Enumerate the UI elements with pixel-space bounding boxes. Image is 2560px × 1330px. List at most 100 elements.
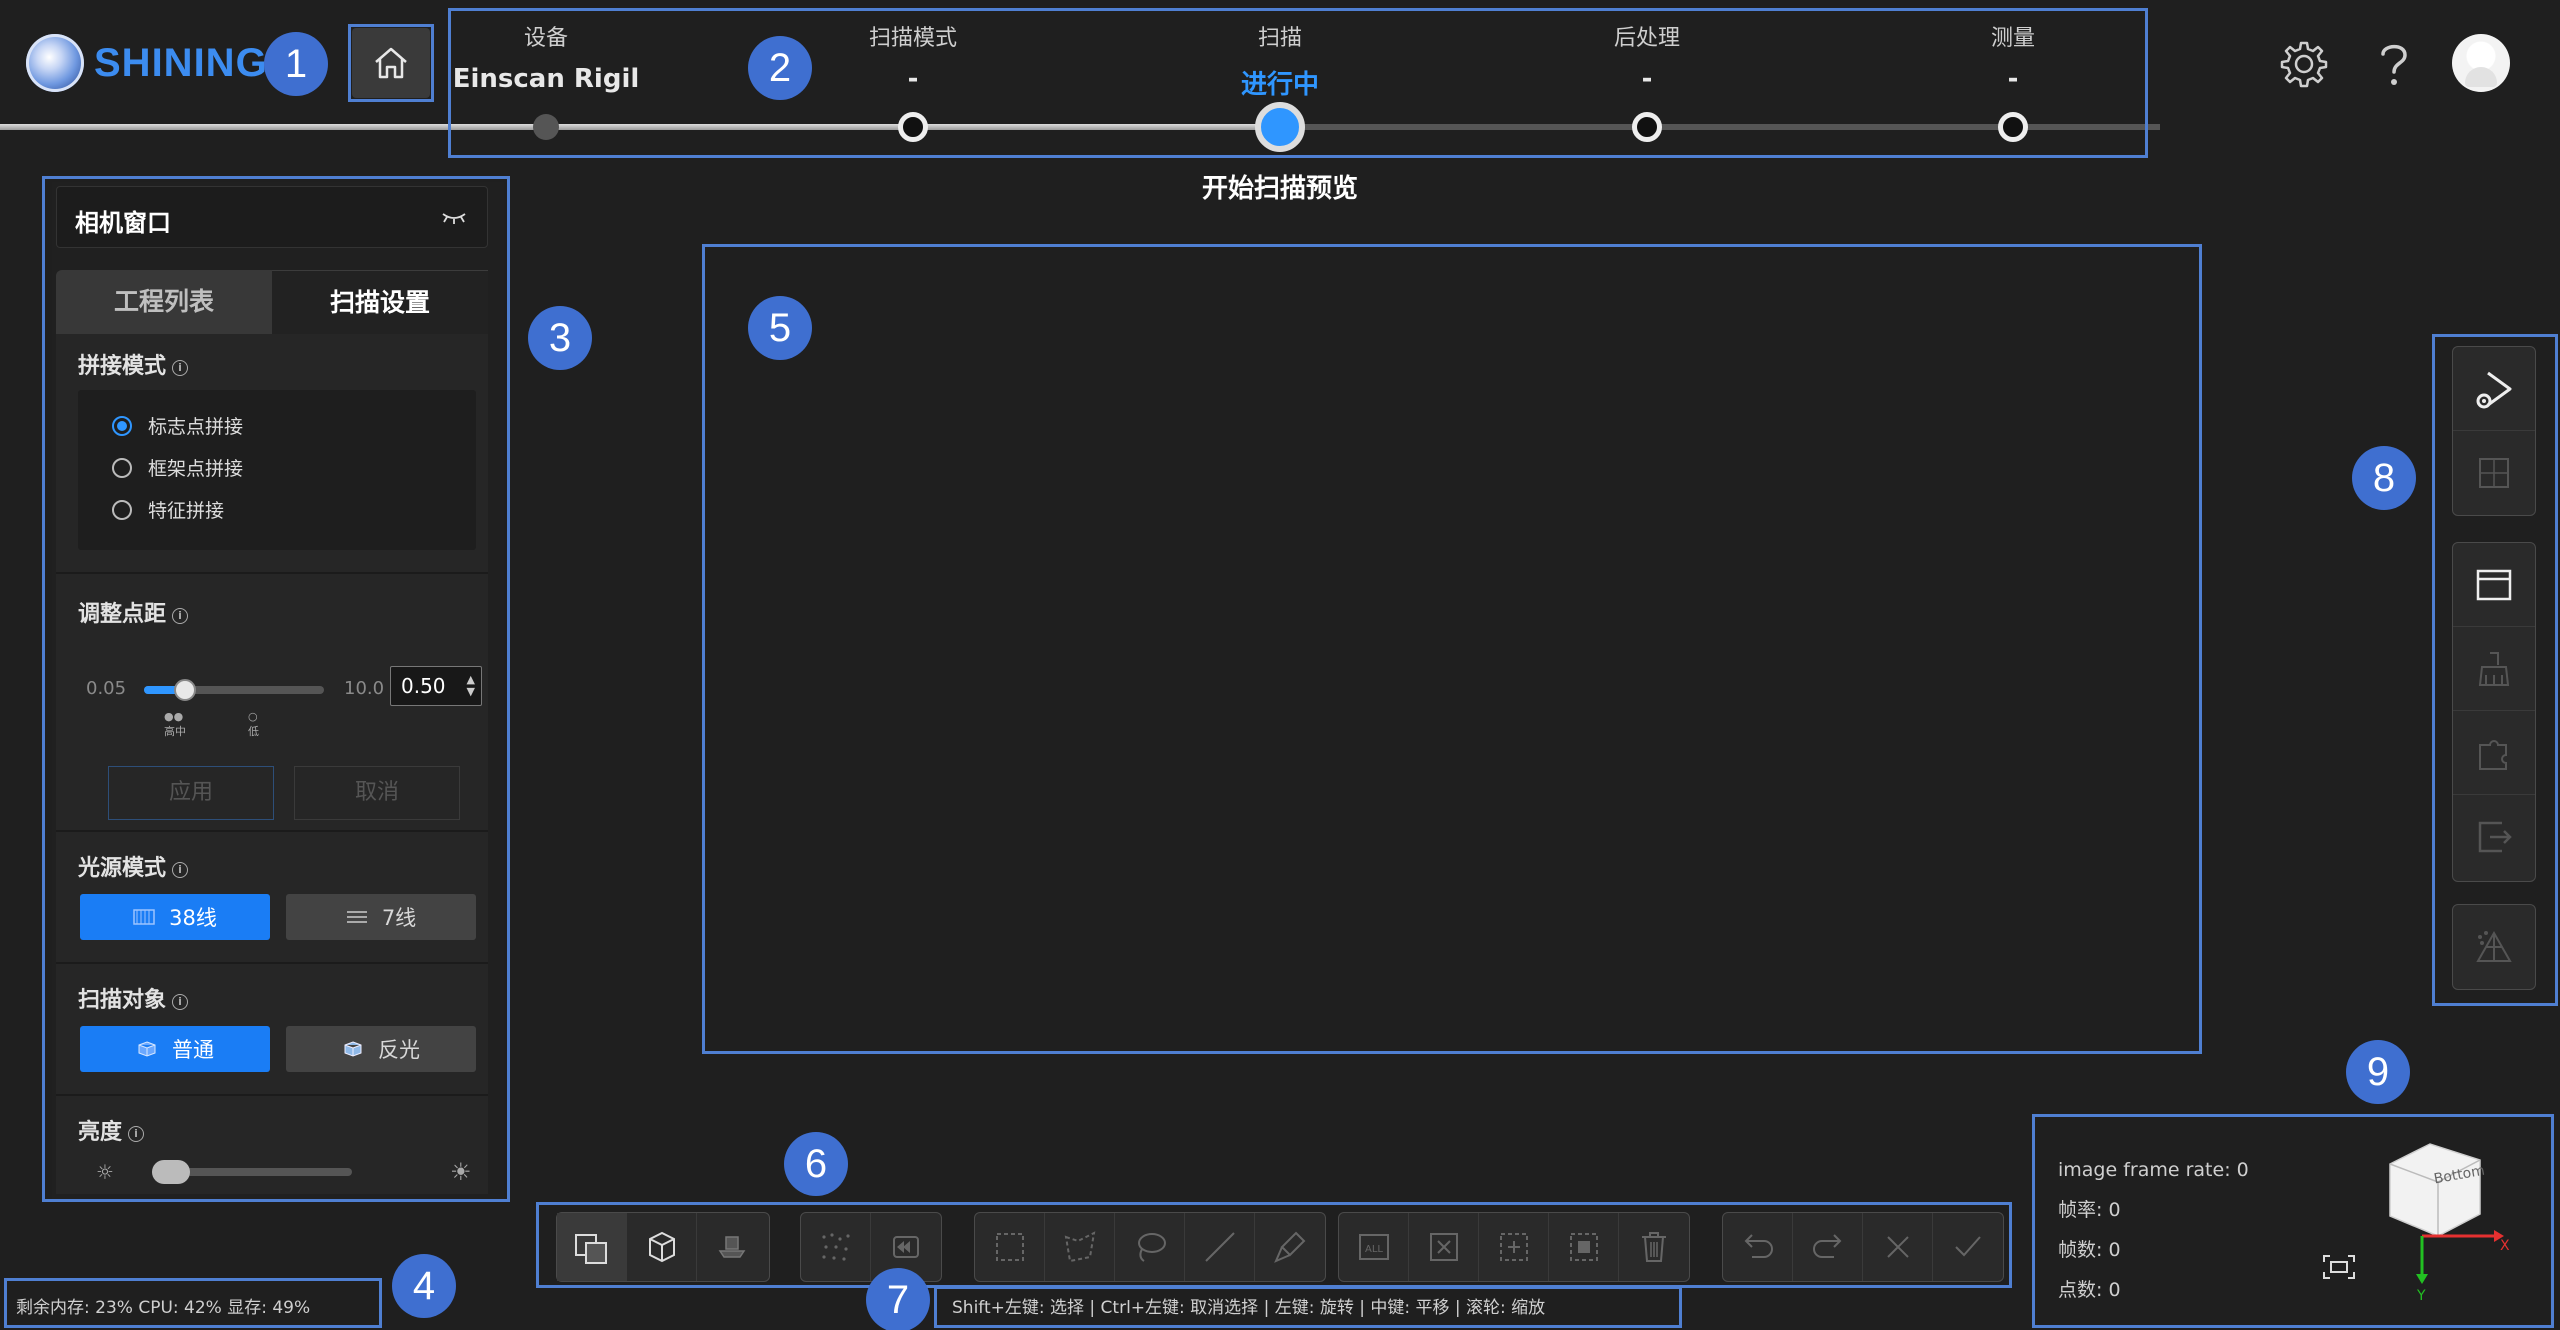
tab-project-list[interactable]: 工程列表 — [56, 270, 272, 334]
object-option-label: 普通 — [172, 1038, 214, 1062]
line-select-button[interactable] — [1185, 1213, 1255, 1281]
tick-label: 高中 — [164, 725, 186, 738]
step-node-device[interactable] — [533, 114, 559, 140]
undo-button[interactable] — [1723, 1213, 1793, 1281]
radio-button[interactable] — [112, 499, 132, 520]
perspective-icon — [574, 1234, 607, 1264]
info-icon[interactable]: i — [128, 1126, 145, 1142]
radio-marker-stitch[interactable]: 标志点拼接 — [112, 412, 243, 439]
radio-button[interactable] — [112, 415, 132, 436]
annotation-box-5 — [702, 244, 2202, 1054]
eye-closed-icon[interactable] — [441, 211, 467, 225]
step-node-scan[interactable] — [1255, 102, 1305, 152]
frame-info: image frame rate: 0 帧率: 0 帧数: 0 点数: 0 — [2058, 1150, 2249, 1310]
point-distance-input[interactable]: 0.50 ▲ ▼ — [390, 666, 482, 706]
rect-select-icon — [995, 1233, 1024, 1261]
radio-button[interactable] — [112, 457, 132, 478]
mouse-hint: Shift+左键: 选择 | Ctrl+左键: 取消选择 | 左键: 旋转 | … — [952, 1298, 1546, 1318]
connected-select-icon — [1569, 1233, 1598, 1261]
info-icon[interactable]: i — [172, 994, 189, 1010]
connected-select-button[interactable] — [1549, 1213, 1619, 1281]
export-tool-button[interactable] — [2453, 795, 2535, 879]
plane-icon — [718, 1236, 746, 1258]
invert-select-icon — [1499, 1233, 1528, 1261]
view-box-button[interactable] — [627, 1213, 697, 1281]
frame-count: 帧数: 0 — [2058, 1239, 2121, 1261]
lasso-select-button[interactable] — [1115, 1213, 1185, 1281]
preview-title: 开始扫描预览 — [1201, 174, 1359, 204]
cube-icon — [138, 1041, 156, 1057]
deselect-button[interactable] — [1409, 1213, 1479, 1281]
step-scan[interactable]: 扫描 进行中 — [1241, 20, 1319, 101]
logo-icon — [26, 34, 84, 92]
radio-frame-stitch[interactable]: 框架点拼接 — [112, 454, 243, 481]
light-7-lines-button[interactable]: 7线 — [286, 894, 476, 940]
help-button[interactable] — [2366, 36, 2422, 92]
step-label: 测量 — [1990, 26, 2036, 51]
marker-tool-button[interactable] — [2453, 431, 2535, 515]
light-option-label: 38线 — [169, 906, 217, 930]
step-node-post-process[interactable] — [1632, 112, 1662, 142]
rewind-icon — [893, 1236, 919, 1258]
brush-select-button[interactable] — [1255, 1213, 1325, 1281]
info-icon[interactable]: i — [172, 360, 189, 376]
slider-track[interactable] — [144, 679, 324, 701]
lasso-icon — [1137, 1233, 1166, 1262]
object-reflective-button[interactable]: 反光 — [286, 1026, 476, 1072]
step-scan-mode[interactable]: 扫描模式 - — [869, 20, 957, 94]
confirm-button[interactable] — [1933, 1213, 2003, 1281]
lines-icon — [346, 911, 367, 923]
settings-button[interactable] — [2276, 36, 2332, 92]
view-plane-button[interactable] — [697, 1213, 767, 1281]
apply-button[interactable]: 应用 — [108, 766, 274, 820]
step-node-measure[interactable] — [1998, 112, 2028, 142]
rect-select-button[interactable] — [975, 1213, 1045, 1281]
step-label: 后处理 — [1613, 26, 1681, 51]
close-icon — [1886, 1236, 1909, 1258]
window-tool-button[interactable] — [2453, 543, 2535, 627]
cancel-button[interactable]: 取消 — [294, 766, 460, 820]
step-measure[interactable]: 测量 - — [1991, 20, 2035, 94]
tab-scan-settings[interactable]: 扫描设置 — [272, 270, 488, 334]
step-device[interactable]: 设备 Einscan Rigil — [453, 20, 640, 94]
invert-select-button[interactable] — [1479, 1213, 1549, 1281]
toolbar-points-group — [800, 1212, 942, 1282]
slider-thumb[interactable] — [174, 679, 196, 701]
discard-button[interactable] — [1863, 1213, 1933, 1281]
step-post-process[interactable]: 后处理 - — [1614, 20, 1680, 94]
plugin-tool-button[interactable] — [2453, 711, 2535, 795]
view-perspective-button[interactable] — [557, 1213, 627, 1281]
redo-button[interactable] — [1793, 1213, 1863, 1281]
home-button[interactable] — [352, 28, 430, 98]
info-icon[interactable]: i — [172, 862, 189, 878]
brightness-slider[interactable] — [152, 1160, 352, 1184]
point-cloud-button[interactable] — [801, 1213, 871, 1281]
y-axis-label: Y — [2416, 1288, 2426, 1304]
view-cube[interactable]: Bottom X Y — [2360, 1124, 2510, 1304]
light-mode-text: 光源模式 — [78, 856, 167, 881]
step-node-scan-mode[interactable] — [898, 112, 928, 142]
info-icon[interactable]: i — [172, 608, 189, 624]
annotation-badge-7: 7 — [866, 1268, 930, 1330]
x-axis-label: X — [2500, 1238, 2510, 1254]
fit-view-button[interactable] — [2322, 1254, 2356, 1284]
point-cloud-icon — [821, 1233, 850, 1261]
point-distance-slider[interactable] — [56, 679, 356, 701]
cube-shiny-icon — [344, 1041, 362, 1057]
annotation-badge-3: 3 — [528, 306, 592, 370]
point-distance-value[interactable]: 0.50 — [401, 674, 446, 698]
polygon-select-button[interactable] — [1045, 1213, 1115, 1281]
light-38-lines-button[interactable]: 38线 — [80, 894, 270, 940]
select-all-button[interactable]: ALL — [1339, 1213, 1409, 1281]
avatar[interactable] — [2452, 34, 2510, 92]
delete-button[interactable] — [1619, 1213, 1689, 1281]
slider-thumb[interactable] — [152, 1160, 190, 1184]
scan-settings-tool-button[interactable] — [2453, 347, 2535, 431]
object-normal-button[interactable]: 普通 — [80, 1026, 270, 1072]
spin-arrows-icon[interactable]: ▲ ▼ — [467, 674, 475, 698]
light-option-label: 7线 — [381, 906, 417, 930]
radio-feature-stitch[interactable]: 特征拼接 — [112, 496, 224, 523]
clean-tool-button[interactable] — [2453, 627, 2535, 711]
mesh-tool-button[interactable] — [2453, 905, 2535, 989]
step-value: Einscan Rigil — [452, 64, 640, 94]
